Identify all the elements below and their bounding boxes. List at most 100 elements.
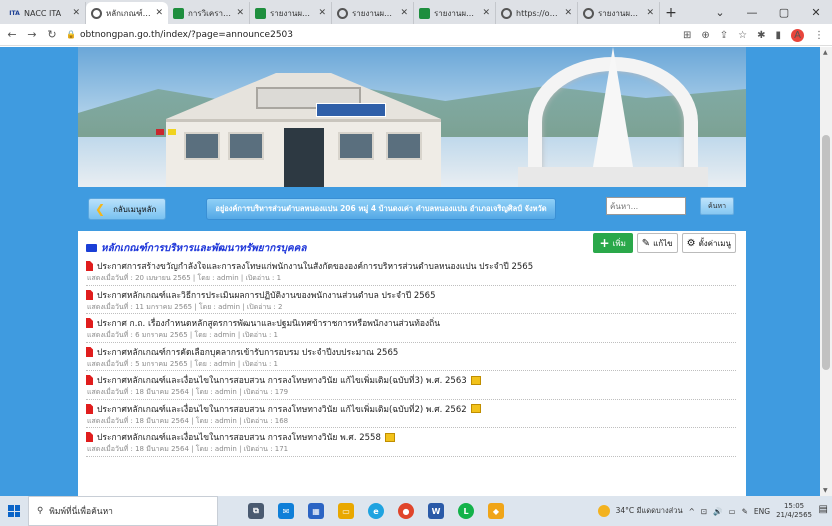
input-language[interactable]: ENG — [754, 507, 770, 516]
tab-close-icon[interactable]: ✕ — [318, 8, 326, 18]
zoom-icon[interactable]: ⊕ — [701, 30, 709, 41]
url-text: obtnongpan.go.th/index/?page=announce250… — [79, 29, 294, 40]
list-item[interactable]: ประกาศหลักเกณฑ์การคัดเลือกบุคลากรเข้ารับ… — [86, 343, 736, 371]
folder-icon — [86, 244, 97, 252]
notifications-icon[interactable]: ▤ — [819, 504, 828, 515]
site-search-input[interactable] — [606, 197, 686, 215]
browser-tab[interactable]: https://obtn ✕ — [496, 2, 578, 24]
chrome-icon — [91, 7, 102, 19]
announcement-meta: แสดงเมื่อวันที่ : 11 มกราคม 2565 | โดย :… — [87, 302, 283, 311]
list-item[interactable]: ประกาศ ก.ถ. เรื่องกำหนดหลักสูตรการพัฒนาแ… — [86, 314, 736, 343]
browser-tab[interactable]: ITA NACC ITA ✕ — [4, 2, 86, 24]
header-banner-image — [78, 47, 746, 187]
network-icon[interactable]: ⊡ — [701, 507, 707, 516]
bookmark-star-icon[interactable]: ☆ — [738, 30, 747, 41]
announcement-title[interactable]: ประกาศหลักเกณฑ์และเงื่อนไขในการสอบสวน กา… — [97, 373, 467, 387]
document-icon — [86, 346, 93, 357]
browser-tab[interactable]: หลักเกณฑ์การ ✕ — [86, 2, 168, 24]
minimize-icon[interactable]: — — [736, 0, 768, 24]
system-tray: 34°C มีแดดบางส่วน ^ ⊡ 🔊 ▭ ✎ ENG 15:05 21… — [597, 496, 812, 526]
mail-icon[interactable]: ✉ — [278, 503, 294, 519]
word-icon[interactable]: W — [428, 503, 444, 519]
tab-close-icon[interactable]: ✕ — [482, 8, 490, 18]
list-item[interactable]: ประกาศหลักเกณฑ์และวิธีการประเมินผลการปฏิ… — [86, 286, 736, 314]
list-item[interactable]: ประกาศการสร้างขวัญกำลังใจและการลงโทษแก่พ… — [86, 257, 736, 286]
browser-tab[interactable]: รายงานผลการ✕ — [414, 2, 496, 24]
reload-icon[interactable]: ↻ — [46, 28, 58, 41]
announcement-meta: แสดงเมื่อวันที่ : 6 มกราคม 2565 | โดย : … — [87, 331, 278, 339]
new-tab-button[interactable]: + — [660, 2, 682, 24]
chrome-icon — [583, 7, 594, 19]
scroll-up-icon[interactable]: ▲ — [823, 49, 828, 56]
tab-search-icon[interactable]: ⌄ — [704, 0, 736, 24]
file-explorer-icon[interactable]: ▭ — [338, 503, 354, 519]
url-bar[interactable]: 🔒 obtnongpan.go.th/index/?page=announce2… — [66, 30, 293, 40]
tab-close-icon[interactable]: ✕ — [236, 8, 244, 18]
announcement-title[interactable]: ประกาศหลักเกณฑ์และเงื่อนไขในการสอบสวน กา… — [97, 402, 467, 416]
back-to-main-menu-button[interactable]: ❮ กลับเมนูหลัก — [88, 198, 166, 220]
tab-close-icon[interactable]: ✕ — [646, 8, 654, 18]
maximize-icon[interactable]: ▢ — [768, 0, 800, 24]
extensions-icon[interactable]: ✱ — [757, 30, 765, 41]
start-button[interactable] — [0, 496, 28, 526]
section-actions: + เพิ่ม ✎ แก้ไข ⚙ ตั้งค่าเมนู — [592, 233, 736, 253]
scroll-thumb[interactable] — [822, 135, 830, 370]
tab-close-icon[interactable]: ✕ — [400, 8, 408, 18]
task-view-icon[interactable]: ⧉ — [248, 503, 264, 519]
back-icon[interactable]: ← — [6, 28, 18, 41]
page-scrollbar[interactable]: ▲ ▼ — [820, 47, 832, 496]
battery-icon[interactable]: ▭ — [729, 507, 736, 516]
tray-chevron-icon[interactable]: ^ — [689, 507, 695, 516]
list-item[interactable]: ประกาศหลักเกณฑ์และเงื่อนไขในการสอบสวน กา… — [86, 371, 736, 400]
add-button[interactable]: + เพิ่ม — [592, 233, 633, 253]
browser-tab[interactable]: รายงานผลการ✕ — [250, 2, 332, 24]
announcement-meta: แสดงเมื่อวันที่ : 20 เมษายน 2565 | โดย :… — [87, 274, 282, 282]
line-icon[interactable]: L — [458, 503, 474, 519]
windows-taskbar: ⚲ พิมพ์ที่นี่เพื่อค้นหา ⧉ ✉ ▦ ▭ e ● W L … — [0, 496, 832, 526]
translate-icon[interactable]: ⊞ — [683, 30, 691, 41]
document-icon — [86, 403, 93, 414]
browser-tab[interactable]: การวิเคราะห์และ✕ — [168, 2, 250, 24]
taskbar-clock[interactable]: 15:05 21/4/2565 — [776, 502, 812, 520]
announcement-title[interactable]: ประกาศหลักเกณฑ์และวิธีการประเมินผลการปฏิ… — [97, 288, 436, 302]
menu-kebab-icon[interactable]: ⋮ — [814, 30, 824, 41]
document-icon — [86, 375, 93, 385]
pen-icon[interactable]: ✎ — [742, 507, 748, 516]
share-icon[interactable]: ⇪ — [720, 30, 728, 41]
list-item[interactable]: ประกาศหลักเกณฑ์และเงื่อนไขในการสอบสวน กา… — [86, 400, 736, 428]
profile-avatar[interactable]: A — [791, 28, 804, 42]
edit-button[interactable]: ✎ แก้ไข — [636, 233, 678, 253]
taskbar-search-box[interactable]: ⚲ พิมพ์ที่นี่เพื่อค้นหา — [28, 496, 218, 526]
browser-tab[interactable]: รายงานผลการ✕ — [332, 2, 414, 24]
paint-icon[interactable]: ◆ — [488, 503, 504, 519]
tab-close-icon[interactable]: ✕ — [564, 8, 572, 18]
announcement-meta: แสดงเมื่อวันที่ : 18 มีนาคม 2564 | โดย :… — [87, 388, 289, 396]
list-item[interactable]: ประกาศหลักเกณฑ์และเงื่อนไขในการสอบสวน กา… — [86, 428, 736, 457]
browser-tab[interactable]: รายงานผลการ✕ — [578, 2, 660, 24]
weather-text[interactable]: 34°C มีแดดบางส่วน — [616, 505, 683, 517]
tab-close-icon[interactable]: ✕ — [72, 8, 80, 18]
search-icon: ⚲ — [37, 506, 44, 516]
gear-icon: ⚙ — [686, 237, 696, 249]
volume-icon[interactable]: 🔊 — [713, 507, 722, 516]
chrome-icon[interactable]: ● — [398, 503, 414, 519]
plus-icon: + — [599, 236, 610, 250]
announcement-title[interactable]: ประกาศ ก.ถ. เรื่องกำหนดหลักสูตรการพัฒนาแ… — [97, 316, 440, 330]
sidebar-icon[interactable]: ▮ — [775, 30, 781, 41]
site-search-button[interactable]: ค้นหา — [700, 197, 734, 215]
announcement-title[interactable]: ประกาศการสร้างขวัญกำลังใจและการลงโทษแก่พ… — [97, 259, 533, 273]
new-badge-icon — [470, 404, 481, 413]
announcement-title[interactable]: ประกาศหลักเกณฑ์การคัดเลือกบุคลากรเข้ารับ… — [97, 345, 398, 359]
close-window-icon[interactable]: ✕ — [800, 0, 832, 24]
forward-icon[interactable]: → — [26, 28, 38, 41]
announcement-title[interactable]: ประกาศหลักเกณฑ์และเงื่อนไขในการสอบสวน กา… — [97, 430, 381, 444]
announcement-meta: แสดงเมื่อวันที่ : 18 มีนาคม 2564 | โดย :… — [87, 445, 289, 453]
tab-close-icon[interactable]: ✕ — [155, 8, 163, 18]
calendar-icon[interactable]: ▦ — [308, 503, 324, 519]
chrome-icon — [501, 7, 512, 19]
menu-settings-button[interactable]: ⚙ ตั้งค่าเมนู — [681, 233, 736, 253]
windows-logo-icon — [8, 505, 20, 517]
edge-icon[interactable]: e — [368, 503, 384, 519]
new-badge-icon — [384, 432, 395, 442]
scroll-down-icon[interactable]: ▼ — [823, 487, 828, 494]
